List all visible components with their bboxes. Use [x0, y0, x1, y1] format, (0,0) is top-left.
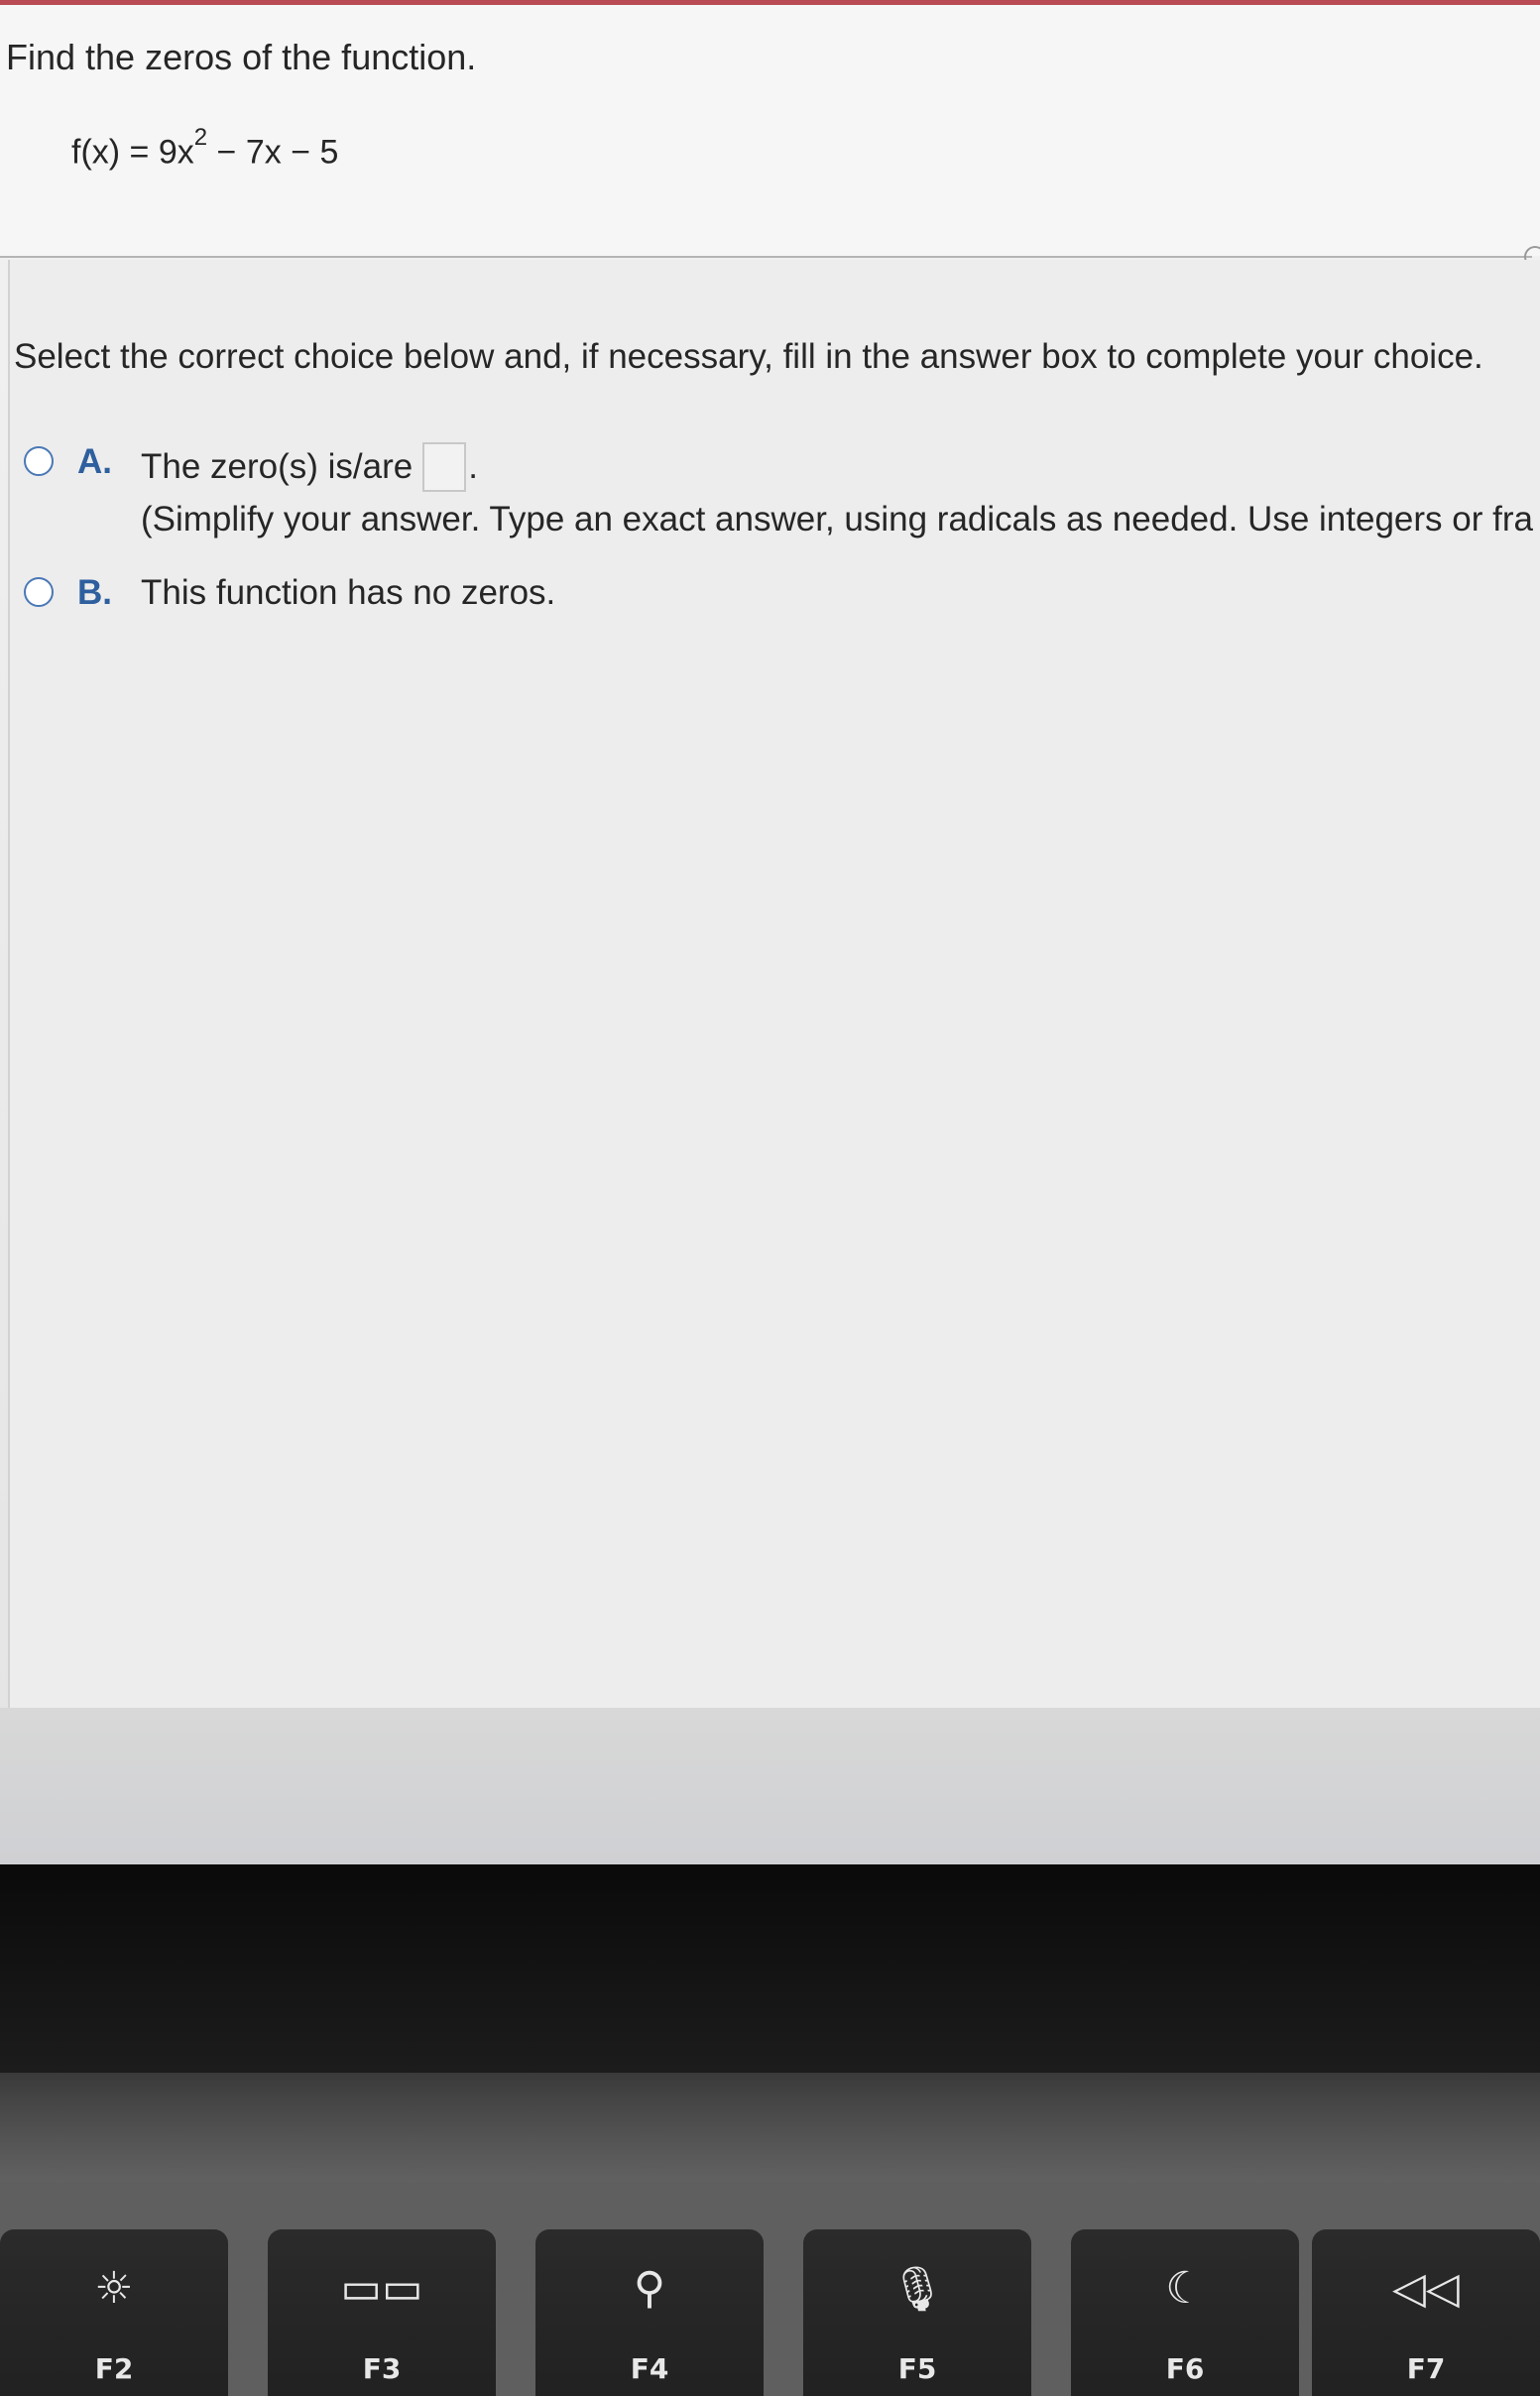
key-f2[interactable]: ☼ F2	[0, 2229, 228, 2396]
keyboard-deck	[0, 2182, 1540, 2396]
photo-of-laptop-screen: Find the zeros of the function. f(x) = 9…	[0, 0, 1540, 2396]
answer-input-box[interactable]	[422, 442, 467, 492]
choice-a-period: .	[468, 447, 478, 486]
key-f3-label: F3	[362, 2352, 402, 2385]
answer-instructions: Select the correct choice below and, if …	[14, 337, 1483, 376]
rewind-icon: ◁◁	[1392, 2263, 1460, 2314]
choice-b-letter: B.	[77, 573, 112, 612]
formula-exponent: 2	[193, 124, 208, 151]
key-f5-label: F5	[897, 2352, 937, 2385]
key-f7[interactable]: ◁◁ F7	[1312, 2229, 1540, 2396]
choice-a-radio[interactable]	[24, 446, 54, 476]
browser-content: Find the zeros of the function. f(x) = 9…	[0, 0, 1540, 1864]
formula-lhs: f(x) = 9x	[71, 133, 194, 172]
formula-rhs: − 7x − 5	[207, 133, 339, 172]
choice-b-radio[interactable]	[24, 577, 54, 607]
key-f6-label: F6	[1165, 2352, 1205, 2385]
brightness-up-icon: ☼	[94, 2263, 134, 2314]
choice-a-letter: A.	[77, 442, 112, 481]
choice-a-hint: (Simplify your answer. Type an exact ans…	[141, 500, 1533, 539]
search-icon: ⚲	[633, 2263, 666, 2314]
key-f5[interactable]: 🎙 F5	[803, 2229, 1031, 2396]
choice-a-text: The zero(s) is/are	[141, 447, 414, 486]
key-f4[interactable]: ⚲ F4	[535, 2229, 764, 2396]
panel-divider	[0, 256, 1532, 258]
moon-icon: ☾	[1165, 2263, 1205, 2314]
key-f4-label: F4	[630, 2352, 669, 2385]
question-prompt: Find the zeros of the function.	[6, 37, 477, 77]
key-f3[interactable]: ▭▭ F3	[268, 2229, 496, 2396]
screen-lower-band	[0, 1708, 1540, 1864]
function-formula: f(x) = 9x2 − 7x − 5	[71, 124, 339, 172]
microphone-icon: 🎙	[889, 2264, 945, 2315]
key-f7-label: F7	[1406, 2352, 1446, 2385]
key-f2-label: F2	[94, 2352, 134, 2385]
screen-bezel	[0, 1864, 1540, 2073]
key-f6[interactable]: ☾ F6	[1071, 2229, 1299, 2396]
question-panel: Find the zeros of the function. f(x) = 9…	[0, 5, 1540, 256]
choice-a-label: The zero(s) is/are.	[141, 442, 478, 492]
mission-control-icon: ▭▭	[340, 2263, 423, 2314]
choice-b-label: This function has no zeros.	[141, 573, 556, 612]
